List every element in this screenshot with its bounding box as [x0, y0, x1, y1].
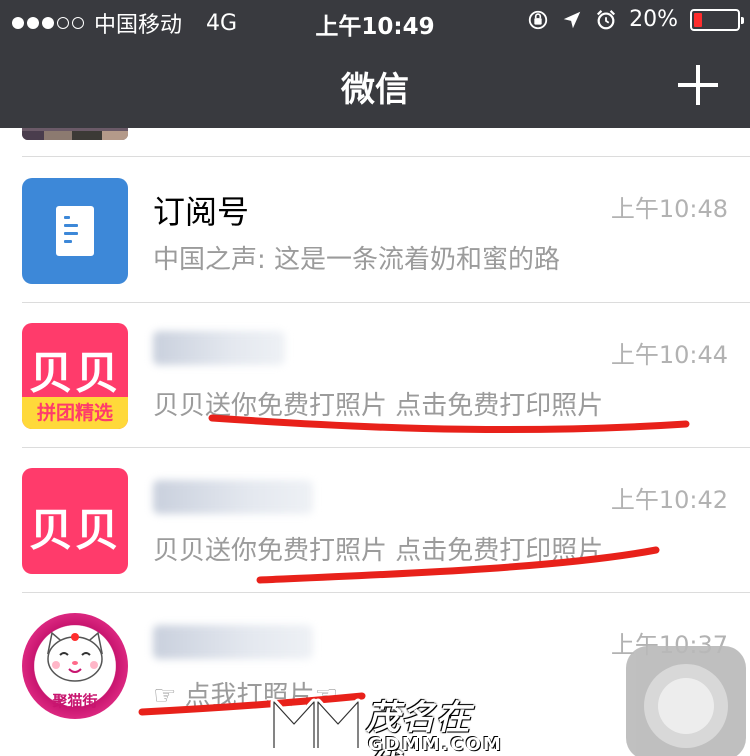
- chat-title-blurred: [153, 331, 285, 365]
- chat-time: 上午10:48: [610, 195, 728, 223]
- chat-preview: 贝贝送你免费打照片 点击免费打印照片: [153, 536, 604, 566]
- chat-title-blurred: [153, 625, 313, 659]
- assistive-touch-button[interactable]: [626, 646, 746, 756]
- orientation-lock-icon: [528, 10, 548, 29]
- avatar-banner: 拼团精选: [22, 397, 128, 429]
- doc-line: [64, 216, 70, 219]
- chat-title: 订阅号: [153, 193, 250, 231]
- assistive-touch-core: [658, 678, 714, 734]
- chat-row-beibei[interactable]: 贝贝 上午10:42 贝贝送你免费打照片 点击免费打印照片: [0, 448, 750, 593]
- watermark-logo: [270, 698, 362, 748]
- chat-time: 上午10:42: [610, 486, 728, 514]
- lucky-cat-avatar: 聚猫街: [22, 613, 128, 719]
- site-watermark: 茂名在线 GDMM.COM: [268, 690, 501, 756]
- app-header: 中国移动 4G 上午10:49 20% 微信: [0, 0, 750, 128]
- battery-icon: [690, 8, 744, 31]
- chat-row-subscriptions[interactable]: 订阅号 上午10:48 中国之声: 这是一条流着奶和蜜的路: [0, 157, 750, 302]
- chat-title-blurred: [153, 480, 313, 514]
- chat-preview: 中国之声: 这是一条流着奶和蜜的路: [153, 245, 561, 275]
- status-right: 20%: [527, 7, 744, 32]
- lucky-cat-icon: [46, 631, 104, 682]
- document-icon: [56, 206, 94, 256]
- partial-avatar: [22, 128, 128, 140]
- battery-percent: 20%: [629, 7, 678, 32]
- page-title: 微信: [341, 70, 409, 110]
- doc-line: [64, 224, 78, 227]
- beibei-group-buy-avatar: 贝贝 拼团精选: [22, 323, 128, 429]
- alarm-clock-icon: [597, 9, 616, 29]
- avatar-text: 贝贝: [29, 505, 121, 556]
- doc-line: [64, 232, 78, 235]
- beibei-avatar: 贝贝: [22, 468, 128, 574]
- chat-preview: 贝贝送你免费打照片 点击免费打印照片: [153, 391, 604, 421]
- chat-time: 上午10:44: [610, 341, 728, 369]
- subscription-icon: [22, 178, 128, 284]
- plus-icon[interactable]: [678, 65, 718, 105]
- avatar-label: 聚猫街: [52, 692, 98, 710]
- watermark-domain: GDMM.COM: [368, 734, 503, 755]
- chat-row-beibei-group[interactable]: 贝贝 拼团精选 上午10:44 贝贝送你免费打照片 点击免费打印照片: [0, 303, 750, 448]
- status-bar: 中国移动 4G 上午10:49 20%: [0, 0, 750, 40]
- doc-line: [64, 240, 72, 243]
- avatar-text: 贝贝: [29, 348, 121, 399]
- battery-level: [694, 12, 702, 27]
- location-arrow-icon: [563, 11, 581, 28]
